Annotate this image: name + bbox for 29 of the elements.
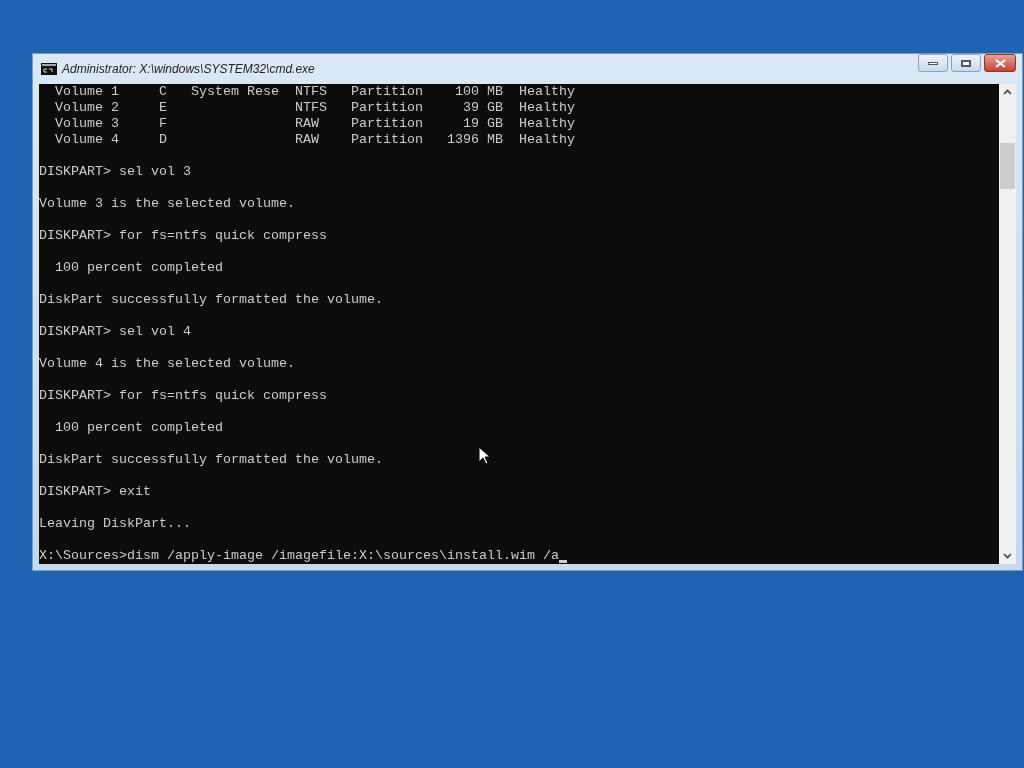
scrollbar-thumb[interactable] (1000, 143, 1015, 189)
minimize-button[interactable] (918, 54, 948, 72)
close-button[interactable] (984, 54, 1016, 72)
console-line: Volume 4 is the selected volume. (39, 356, 295, 372)
console-line: Leaving DiskPart... (39, 516, 191, 532)
console-line: 100 percent completed (54, 420, 223, 436)
window-title: Administrator: X:\windows\SYSTEM32\cmd.exe (62, 61, 315, 78)
mouse-pointer-icon (478, 446, 490, 465)
console-line: Volume 2 E NTFS Partition 39 GB Healthy (54, 100, 575, 116)
console-line: Volume 4 D RAW Partition 1396 MB Healthy (54, 132, 575, 148)
console-line: DiskPart successfully formatted the volume. (39, 452, 383, 468)
console-line: DISKPART> sel vol 4 (39, 324, 191, 340)
console-line: Volume 3 is the selected volume. (39, 196, 295, 212)
close-icon (994, 58, 1006, 68)
console-icon (41, 63, 57, 75)
scrollbar[interactable] (999, 84, 1016, 564)
console-line: DISKPART> for fs=ntfs quick compress (39, 388, 327, 404)
console-line: X:\Sources>dism /apply-image /imagefile:X:\sources\install.wim /a (39, 548, 559, 564)
console-line: DISKPART> for fs=ntfs quick compress (39, 228, 327, 244)
console-line: DiskPart successfully formatted the volume. (39, 292, 383, 308)
scroll-up-icon[interactable] (1003, 89, 1012, 95)
text-cursor (558, 560, 567, 563)
console-line: DISKPART> sel vol 3 (39, 164, 191, 180)
scroll-down-icon[interactable] (1003, 553, 1012, 559)
maximize-button[interactable] (951, 54, 981, 72)
console-line: 100 percent completed (54, 260, 223, 276)
console-line: Volume 1 C System Rese NTFS Partition 100 MB Healthy (54, 84, 575, 100)
console-line: Volume 3 F RAW Partition 19 GB Healthy (54, 116, 575, 132)
console-line: DISKPART> exit (39, 484, 151, 500)
